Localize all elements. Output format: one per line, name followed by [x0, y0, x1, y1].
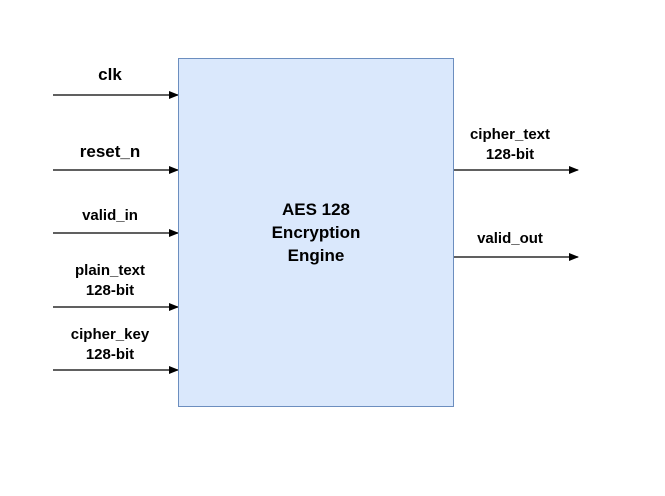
cipher-key-label: cipher_key 128-bit: [50, 325, 170, 365]
valid-in-label: valid_in: [50, 206, 170, 226]
plain-text-width: 128-bit: [85, 282, 135, 299]
valid-in-name: valid_in: [82, 207, 138, 224]
valid-out-label: valid_out: [448, 229, 572, 249]
cipher-key-width: 128-bit: [85, 346, 135, 363]
aes-engine-label-line1: AES 128: [281, 200, 351, 219]
aes-engine-label: AES 128 Encryption Engine: [178, 198, 454, 267]
aes-engine-label-line3: Engine: [287, 246, 345, 265]
cipher-key-name: cipher_key: [70, 326, 150, 343]
plain-text-name: plain_text: [74, 262, 146, 279]
aes-engine-label-line2: Encryption: [271, 223, 361, 242]
cipher-text-width: 128-bit: [485, 146, 535, 163]
clk-label: clk: [50, 65, 170, 85]
reset-n-label: reset_n: [50, 142, 170, 162]
cipher-text-name: cipher_text: [469, 126, 551, 143]
valid-out-name: valid_out: [477, 230, 543, 247]
cipher-text-label: cipher_text 128-bit: [448, 125, 572, 165]
reset-n-name: reset_n: [79, 142, 141, 161]
clk-name: clk: [98, 65, 122, 84]
plain-text-label: plain_text 128-bit: [50, 261, 170, 301]
